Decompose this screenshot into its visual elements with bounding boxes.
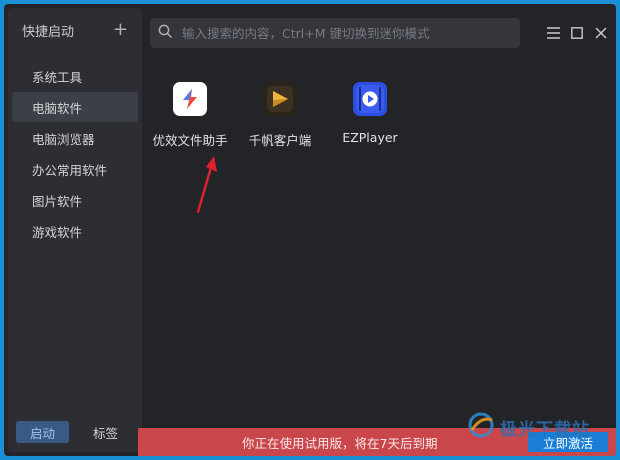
trial-message: 你正在使用试用版，将在7天后到期 xyxy=(242,435,438,451)
sidebar-item-browsers[interactable]: 电脑浏览器 xyxy=(12,123,138,153)
launcher-window: 快捷启动 + 系统工具 电脑软件 电脑浏览器 办公常用软件 图片软件 游戏软件 … xyxy=(4,4,616,456)
app-tile-file-assistant[interactable]: 优效文件助手 xyxy=(150,82,230,149)
sidebar-header: 快捷启动 + xyxy=(8,8,142,52)
sidebar-item-image-software[interactable]: 图片软件 xyxy=(12,185,138,215)
sidebar-item-label: 游戏软件 xyxy=(32,224,83,240)
search-input[interactable] xyxy=(182,25,512,41)
plus-icon[interactable]: + xyxy=(113,21,128,39)
search-icon xyxy=(158,24,172,42)
search-bar[interactable] xyxy=(150,18,520,48)
sidebar-item-office[interactable]: 办公常用软件 xyxy=(12,154,138,184)
sidebar-item-label: 电脑软件 xyxy=(32,100,83,116)
app-label: 千帆客户端 xyxy=(248,133,312,148)
tags-tab-button[interactable]: 标签 xyxy=(79,421,132,443)
sidebar-item-label: 系统工具 xyxy=(32,69,83,85)
sidebar-item-pc-software[interactable]: 电脑软件 xyxy=(12,92,138,122)
sidebar-footer: 启动 标签 xyxy=(8,412,142,452)
watermark-text: 极光下载站 xyxy=(500,419,590,440)
sidebar-title: 快捷启动 xyxy=(22,24,75,40)
launch-tab-button[interactable]: 启动 xyxy=(16,421,70,443)
app-label: EZPlayer xyxy=(342,130,398,145)
app-grid: 优效文件助手 千帆客户端 EZPlayer xyxy=(150,82,410,149)
sidebar-items: 系统工具 电脑软件 电脑浏览器 办公常用软件 图片软件 游戏软件 xyxy=(8,60,142,247)
app-tile-ezplayer[interactable]: EZPlayer xyxy=(330,82,410,149)
maximize-icon[interactable] xyxy=(570,26,584,40)
sidebar: 快捷启动 + 系统工具 电脑软件 电脑浏览器 办公常用软件 图片软件 游戏软件 … xyxy=(8,8,142,452)
app-label: 优效文件助手 xyxy=(152,133,228,148)
file-assistant-icon xyxy=(173,82,207,116)
sidebar-item-games[interactable]: 游戏软件 xyxy=(12,216,138,246)
watermark: 极光下载站 xyxy=(466,410,590,444)
close-icon[interactable] xyxy=(594,26,608,40)
sidebar-item-system-tools[interactable]: 系统工具 xyxy=(12,61,138,91)
watermark-logo-icon xyxy=(466,410,496,444)
window-controls xyxy=(546,18,608,48)
app-tile-qianfan[interactable]: 千帆客户端 xyxy=(240,82,320,149)
sidebar-item-label: 办公常用软件 xyxy=(32,162,108,178)
annotation-arrow-icon xyxy=(190,152,230,220)
ezplayer-icon xyxy=(353,82,387,116)
sidebar-item-label: 电脑浏览器 xyxy=(32,131,95,147)
sidebar-item-label: 图片软件 xyxy=(32,193,83,209)
menu-icon[interactable] xyxy=(546,26,560,40)
qianfan-client-icon xyxy=(263,82,297,116)
